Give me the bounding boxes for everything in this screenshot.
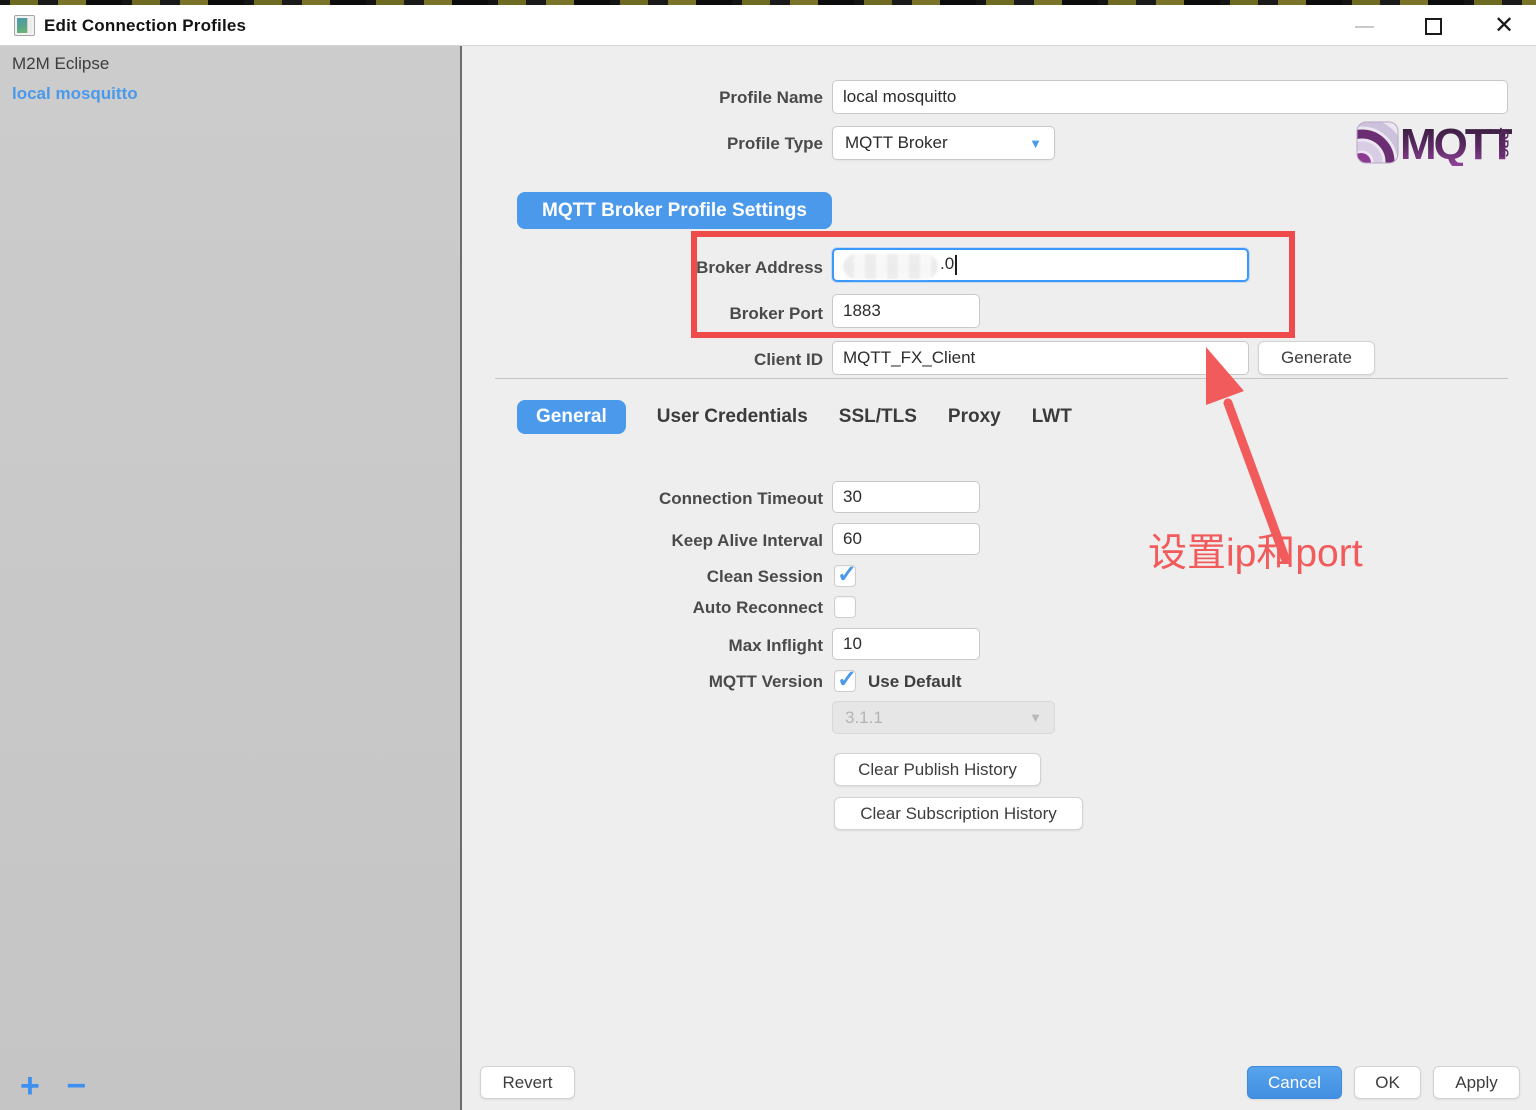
sidebar-item-local-mosquitto[interactable]: local mosquitto bbox=[0, 79, 460, 109]
edit-connection-profiles-window: Edit Connection Profiles ✕ M2M Eclipse l… bbox=[0, 0, 1536, 1110]
broker-settings-header: MQTT Broker Profile Settings bbox=[517, 192, 832, 229]
window-title: Edit Connection Profiles bbox=[44, 16, 246, 36]
broker-address-label: Broker Address bbox=[560, 258, 823, 278]
broker-port-input[interactable] bbox=[832, 294, 980, 328]
chevron-down-icon: ▼ bbox=[1029, 136, 1042, 151]
profile-name-label: Profile Name bbox=[560, 88, 823, 108]
keep-alive-label: Keep Alive Interval bbox=[560, 531, 823, 551]
blurred-ip-redaction bbox=[843, 254, 938, 279]
app-window-icon bbox=[14, 15, 35, 36]
mqtt-logo-org-text: .ORG bbox=[1497, 127, 1511, 158]
maximize-icon[interactable] bbox=[1422, 13, 1448, 39]
max-inflight-input[interactable] bbox=[832, 628, 980, 660]
profile-type-value: MQTT Broker bbox=[845, 133, 948, 153]
settings-tabs: General User Credentials SSL/TLS Proxy L… bbox=[517, 398, 1072, 435]
section-divider bbox=[495, 378, 1508, 379]
tab-ssl-tls[interactable]: SSL/TLS bbox=[839, 406, 917, 428]
clear-publish-history-button[interactable]: Clear Publish History bbox=[834, 753, 1041, 786]
client-id-input[interactable] bbox=[832, 341, 1249, 375]
auto-reconnect-checkbox[interactable] bbox=[834, 596, 856, 618]
mqtt-version-value: 3.1.1 bbox=[845, 708, 883, 728]
mqtt-org-logo: MQTT .ORG bbox=[1356, 118, 1512, 171]
profile-name-input[interactable] bbox=[832, 80, 1508, 114]
checkmark-icon: ✓ bbox=[837, 665, 857, 694]
tab-proxy[interactable]: Proxy bbox=[948, 406, 1001, 428]
close-icon[interactable]: ✕ bbox=[1490, 11, 1518, 41]
profile-type-dropdown[interactable]: MQTT Broker ▼ bbox=[832, 126, 1055, 160]
checkmark-icon: ✓ bbox=[837, 560, 857, 589]
use-default-checkbox[interactable]: ✓ bbox=[834, 670, 856, 692]
tab-user-credentials[interactable]: User Credentials bbox=[657, 406, 808, 428]
clean-session-label: Clean Session bbox=[560, 567, 823, 587]
auto-reconnect-label: Auto Reconnect bbox=[560, 598, 823, 618]
profile-type-label: Profile Type bbox=[560, 134, 823, 154]
connection-timeout-label: Connection Timeout bbox=[560, 489, 823, 509]
minimize-icon[interactable] bbox=[1352, 13, 1378, 39]
apply-button[interactable]: Apply bbox=[1433, 1066, 1520, 1099]
use-default-label: Use Default bbox=[868, 672, 962, 692]
chevron-down-icon: ▼ bbox=[1029, 710, 1042, 725]
keep-alive-input[interactable] bbox=[832, 523, 980, 555]
profile-list-actions: + − bbox=[20, 1071, 86, 1102]
generate-button[interactable]: Generate bbox=[1258, 341, 1375, 375]
cancel-button[interactable]: Cancel bbox=[1247, 1066, 1342, 1099]
text-caret bbox=[955, 255, 957, 275]
mqtt-version-label: MQTT Version bbox=[560, 672, 823, 692]
annotation-text: 设置ip和port bbox=[1148, 522, 1363, 578]
add-profile-plus-icon[interactable]: + bbox=[20, 1071, 40, 1101]
tab-lwt[interactable]: LWT bbox=[1032, 406, 1072, 428]
client-id-label: Client ID bbox=[560, 350, 823, 370]
broker-address-input[interactable]: .0 bbox=[832, 248, 1249, 282]
window-titlebar: Edit Connection Profiles ✕ bbox=[0, 5, 1536, 46]
max-inflight-label: Max Inflight bbox=[560, 636, 823, 656]
ok-button[interactable]: OK bbox=[1354, 1066, 1421, 1099]
sidebar-item-m2m-eclipse[interactable]: M2M Eclipse bbox=[0, 46, 460, 79]
mqtt-version-dropdown: 3.1.1 ▼ bbox=[832, 701, 1055, 734]
profiles-sidebar: M2M Eclipse local mosquitto + − bbox=[0, 46, 462, 1110]
broker-address-visible-text: .0 bbox=[940, 254, 954, 273]
broker-port-label: Broker Port bbox=[560, 304, 823, 324]
remove-profile-minus-icon[interactable]: − bbox=[66, 1071, 86, 1101]
tab-general[interactable]: General bbox=[517, 400, 626, 434]
connection-timeout-input[interactable] bbox=[832, 481, 980, 513]
clear-subscription-history-button[interactable]: Clear Subscription History bbox=[834, 797, 1083, 830]
clean-session-checkbox[interactable]: ✓ bbox=[834, 565, 856, 587]
revert-button[interactable]: Revert bbox=[480, 1066, 575, 1099]
mqtt-logo-text: MQTT bbox=[1400, 120, 1512, 166]
